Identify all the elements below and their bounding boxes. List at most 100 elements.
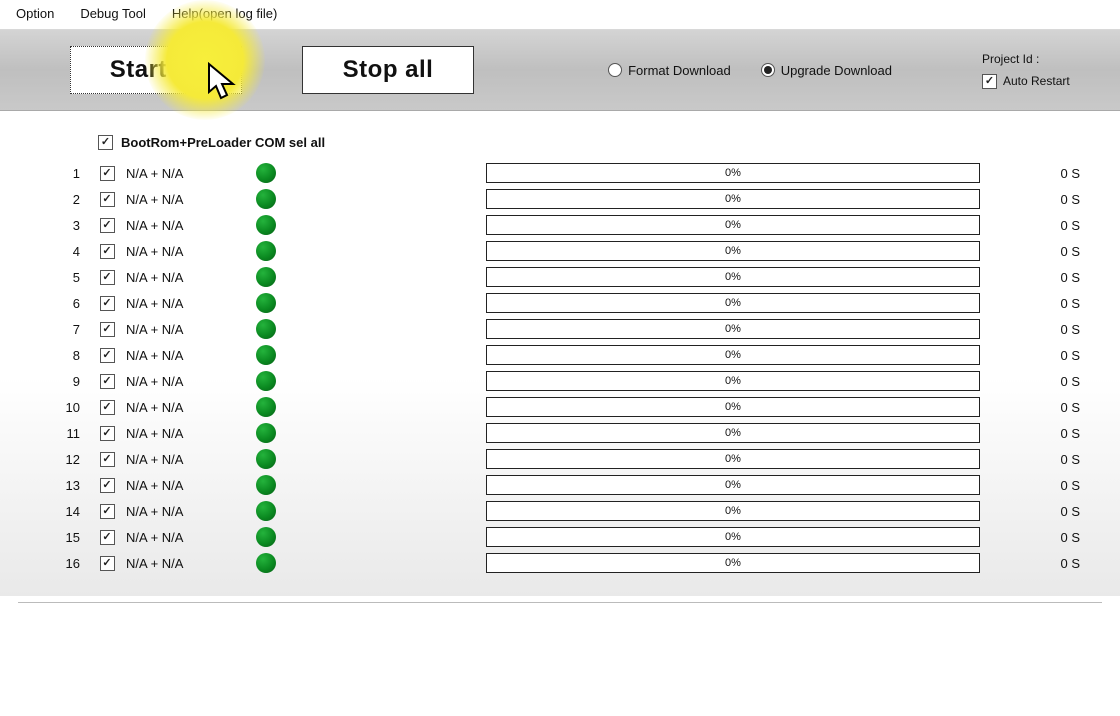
auto-restart-checkbox[interactable]: Auto Restart — [982, 74, 1102, 89]
row-progress-bar: 0% — [486, 371, 980, 391]
row-com-value: N/A + N/A — [126, 556, 236, 571]
row-status — [246, 397, 416, 417]
row-status — [246, 319, 416, 339]
row-index: 4 — [40, 244, 88, 259]
row-progress-bar: 0% — [486, 397, 980, 417]
row-com-value: N/A + N/A — [126, 166, 236, 181]
status-dot-icon — [256, 371, 276, 391]
row-progress-bar: 0% — [486, 319, 980, 339]
auto-restart-label: Auto Restart — [1003, 74, 1070, 88]
menu-option[interactable]: Option — [12, 4, 58, 23]
status-dot-icon — [256, 397, 276, 417]
checkbox-icon — [100, 322, 115, 337]
row-time: 0 S — [990, 296, 1080, 311]
checkbox-icon — [100, 374, 115, 389]
row-com-value: N/A + N/A — [126, 192, 236, 207]
row-time: 0 S — [990, 348, 1080, 363]
select-all-checkbox[interactable] — [98, 135, 113, 150]
row-checkbox[interactable] — [98, 192, 116, 207]
row-com-value: N/A + N/A — [126, 426, 236, 441]
row-checkbox[interactable] — [98, 426, 116, 441]
row-index: 3 — [40, 218, 88, 233]
checkbox-icon — [100, 556, 115, 571]
device-table: BootRom+PreLoader COM sel all 1 N/A + N/A… — [0, 111, 1120, 596]
radio-dot-icon — [608, 63, 622, 77]
status-dot-icon — [256, 215, 276, 235]
row-index: 5 — [40, 270, 88, 285]
row-index: 16 — [40, 556, 88, 571]
row-checkbox[interactable] — [98, 556, 116, 571]
upgrade-download-radio[interactable]: Upgrade Download — [761, 63, 892, 78]
stop-all-button[interactable]: Stop all — [302, 46, 474, 94]
table-row: 11N/A + N/A0%0 S — [40, 420, 1080, 446]
row-checkbox[interactable] — [98, 270, 116, 285]
row-time: 0 S — [990, 322, 1080, 337]
row-time: 0 S — [990, 218, 1080, 233]
row-status — [246, 371, 416, 391]
row-index: 8 — [40, 348, 88, 363]
row-status — [246, 475, 416, 495]
row-progress-bar: 0% — [486, 345, 980, 365]
status-dot-icon — [256, 319, 276, 339]
row-status — [246, 345, 416, 365]
table-row: 13N/A + N/A0%0 S — [40, 472, 1080, 498]
checkbox-icon — [100, 452, 115, 467]
row-com-value: N/A + N/A — [126, 270, 236, 285]
row-checkbox[interactable] — [98, 166, 116, 181]
row-com-value: N/A + N/A — [126, 296, 236, 311]
row-com-value: N/A + N/A — [126, 374, 236, 389]
row-progress-bar: 0% — [486, 293, 980, 313]
row-time: 0 S — [990, 192, 1080, 207]
table-row: 9N/A + N/A0%0 S — [40, 368, 1080, 394]
format-download-radio[interactable]: Format Download — [608, 63, 731, 78]
row-status — [246, 241, 416, 261]
row-time: 0 S — [990, 556, 1080, 571]
table-row: 12N/A + N/A0%0 S — [40, 446, 1080, 472]
table-row: 5N/A + N/A0%0 S — [40, 264, 1080, 290]
checkbox-icon — [100, 270, 115, 285]
row-status — [246, 293, 416, 313]
row-checkbox[interactable] — [98, 374, 116, 389]
row-checkbox[interactable] — [98, 452, 116, 467]
row-checkbox[interactable] — [98, 296, 116, 311]
row-index: 12 — [40, 452, 88, 467]
checkbox-icon — [100, 348, 115, 363]
row-com-value: N/A + N/A — [126, 244, 236, 259]
row-checkbox[interactable] — [98, 244, 116, 259]
row-checkbox[interactable] — [98, 530, 116, 545]
row-com-value: N/A + N/A — [126, 504, 236, 519]
select-all-row: BootRom+PreLoader COM sel all — [98, 135, 1080, 150]
row-status — [246, 267, 416, 287]
row-progress-bar: 0% — [486, 501, 980, 521]
status-dot-icon — [256, 345, 276, 365]
row-progress-bar: 0% — [486, 267, 980, 287]
row-index: 2 — [40, 192, 88, 207]
row-progress-bar: 0% — [486, 475, 980, 495]
checkbox-icon — [100, 192, 115, 207]
status-dot-icon — [256, 267, 276, 287]
row-progress-bar: 0% — [486, 189, 980, 209]
status-dot-icon — [256, 553, 276, 573]
row-index: 14 — [40, 504, 88, 519]
row-progress-bar: 0% — [486, 163, 980, 183]
row-checkbox[interactable] — [98, 478, 116, 493]
menu-debug-tool[interactable]: Debug Tool — [76, 4, 150, 23]
row-com-value: N/A + N/A — [126, 348, 236, 363]
table-row: 6N/A + N/A0%0 S — [40, 290, 1080, 316]
table-row: 7N/A + N/A0%0 S — [40, 316, 1080, 342]
row-checkbox[interactable] — [98, 348, 116, 363]
row-checkbox[interactable] — [98, 322, 116, 337]
table-row: 2 N/A + N/A 0% 0 S — [40, 186, 1080, 212]
row-status — [246, 163, 416, 183]
row-status — [246, 501, 416, 521]
row-checkbox[interactable] — [98, 400, 116, 415]
app-window: Option Debug Tool Help(open log file) St… — [0, 0, 1120, 716]
row-index: 1 — [40, 166, 88, 181]
row-status — [246, 215, 416, 235]
select-all-label: BootRom+PreLoader COM sel all — [121, 135, 325, 150]
table-row: 4N/A + N/A0%0 S — [40, 238, 1080, 264]
row-checkbox[interactable] — [98, 218, 116, 233]
row-checkbox[interactable] — [98, 504, 116, 519]
checkbox-icon — [100, 478, 115, 493]
row-index: 15 — [40, 530, 88, 545]
